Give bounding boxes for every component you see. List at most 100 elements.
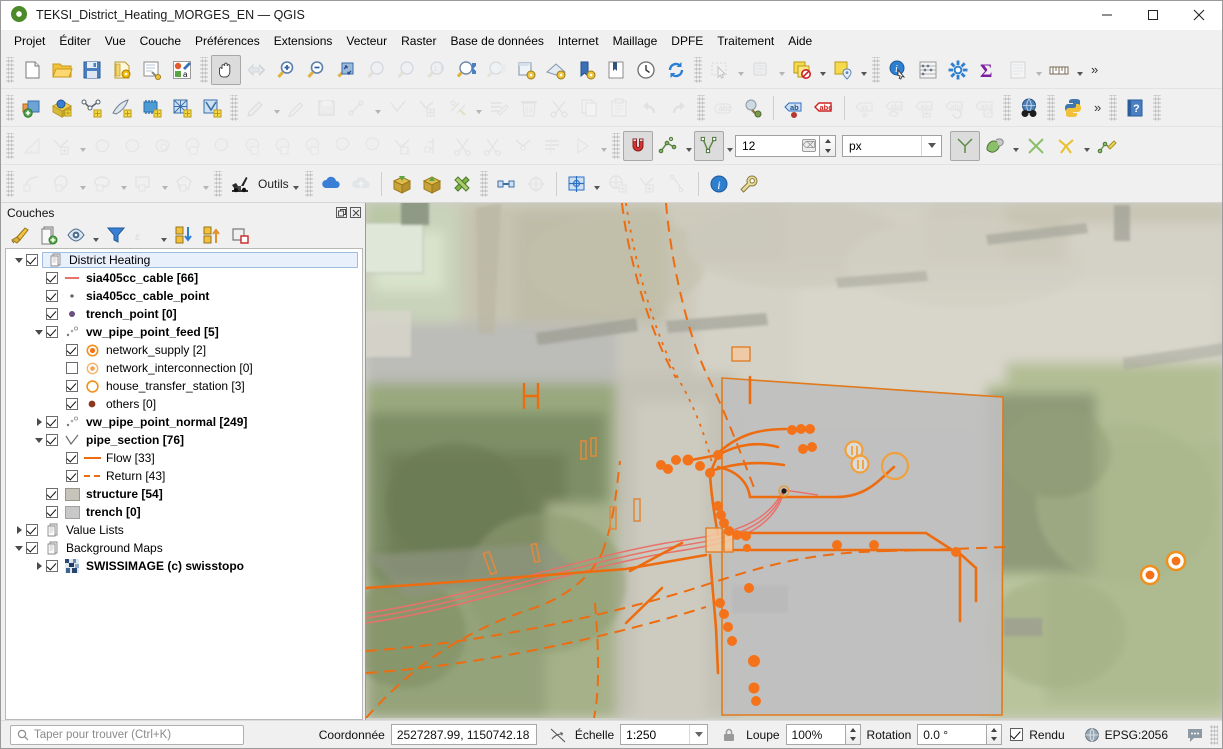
show-label-button[interactable]: abc [880,93,910,123]
layer-visibility-checkbox[interactable] [46,290,58,302]
layer-visibility-checkbox[interactable] [66,452,78,464]
draw-ellipse-dropdown[interactable] [118,169,129,199]
current-edits-dropdown[interactable] [271,93,282,123]
simplify-feature-button[interactable] [208,131,238,161]
layer-tree-row[interactable]: others [0] [6,395,362,413]
teksi-profile-button[interactable] [491,169,521,199]
expander-open-icon[interactable] [32,438,46,443]
toolbar-grip[interactable] [200,56,208,83]
map-canvas[interactable] [366,203,1222,720]
options-gear-button[interactable] [943,55,973,85]
add-ring-button[interactable] [413,93,443,123]
add-label-button[interactable]: abc [910,93,940,123]
layer-tree-row[interactable]: Return [43] [6,467,362,485]
messages-log-button[interactable] [1184,724,1206,746]
toolbar-overflow-button-2[interactable]: » [1088,100,1106,115]
layer-tree-row[interactable]: house_transfer_station [3] [6,377,362,395]
menu-editer[interactable]: Éditer [52,32,97,50]
teksi-package-export-button[interactable] [417,169,447,199]
snapping-toggle-button[interactable] [623,130,653,161]
zoom-full-button[interactable] [331,55,361,85]
draw-rectangle-dropdown[interactable] [159,169,170,199]
menu-base-de-donnees[interactable]: Base de données [443,32,550,50]
layer-tree-row[interactable]: network_interconnection [0] [6,359,362,377]
menu-vue[interactable]: Vue [98,32,133,50]
maximize-button[interactable] [1130,1,1176,30]
layer-tree-row[interactable]: vw_pipe_point_feed [5] [6,323,362,341]
digitize-dropdown[interactable] [77,131,88,161]
toolbar-grip[interactable] [1047,94,1055,121]
teksi-tools-button[interactable] [447,169,477,199]
scalebar-dropdown[interactable] [1074,55,1085,85]
expander-closed-icon[interactable] [32,562,46,570]
cloud-download-button[interactable] [316,169,346,199]
snapping-tolerance-spinner[interactable] [820,134,836,157]
menu-raster[interactable]: Raster [394,32,443,50]
add-postgis-layer-button[interactable] [47,93,77,123]
snapping-mode-dropdown[interactable] [683,131,694,161]
layer-visibility-checkbox[interactable] [26,254,38,266]
modify-attributes-button[interactable] [443,93,473,123]
snapping-type-button[interactable] [694,130,724,161]
expand-all-button[interactable] [171,223,197,247]
vertex-tool-button[interactable] [383,93,413,123]
enable-advanced-digitizing-button[interactable] [17,131,47,161]
layer-visibility-checkbox[interactable] [46,272,58,284]
layer-visibility-checkbox[interactable] [26,542,38,554]
draw-regular-polygon-button[interactable] [170,169,200,199]
expander-open-icon[interactable] [32,330,46,335]
map-themes-dropdown[interactable] [91,223,101,247]
scale-feature-button[interactable] [178,131,208,161]
show-hide-labels-button[interactable]: abc [809,93,839,123]
toolbar-grip[interactable] [694,56,702,83]
close-panel-button[interactable] [350,207,361,218]
split-parts-button[interactable] [478,131,508,161]
layer-tree-row[interactable]: trench_point [0] [6,305,362,323]
zoom-in-button[interactable] [271,55,301,85]
reshape-features-button[interactable] [388,131,418,161]
zoom-next-button[interactable] [481,55,511,85]
layer-tree-row[interactable]: District Heating [6,251,362,269]
zoom-native-resolution-button[interactable]: 1:1 [421,55,451,85]
new-spatialite-layer-button[interactable] [137,93,167,123]
delete-selected-button[interactable] [514,93,544,123]
avoid-overlap-button[interactable] [1021,131,1051,161]
toolbar-grip[interactable] [1109,94,1118,121]
render-checkbox[interactable] [1010,728,1024,741]
toolbar-grip[interactable] [6,170,14,197]
new-project-button[interactable] [17,55,47,85]
offset-curve-button[interactable] [418,131,448,161]
new-bookmark-button[interactable] [571,55,601,85]
open-attribute-table-button[interactable] [787,55,817,85]
new-print-layout-button[interactable] [107,55,137,85]
layer-tree-row[interactable]: sia405cc_cable [66] [6,269,362,287]
toolbar-grip[interactable] [872,56,880,83]
attribute-table-dropdown[interactable] [817,55,828,85]
draw-circle-dropdown[interactable] [77,169,88,199]
layer-visibility-checkbox[interactable] [46,434,58,446]
menu-internet[interactable]: Internet [551,32,606,50]
delete-part-button[interactable] [358,131,388,161]
scalebar-button[interactable] [1044,55,1074,85]
menu-extensions[interactable]: Extensions [267,32,340,50]
crs-value[interactable]: EPSG:2056 [1103,728,1174,742]
menu-aide[interactable]: Aide [781,32,819,50]
teksi-crosshair-button[interactable] [521,169,551,199]
paste-features-button[interactable] [604,93,634,123]
layer-visibility-checkbox[interactable] [46,506,58,518]
layer-tree-row[interactable]: sia405cc_cable_point [6,287,362,305]
layer-visibility-checkbox[interactable] [66,362,78,374]
layer-tree-row[interactable]: Flow [33] [6,449,362,467]
select-features-button[interactable] [705,55,735,85]
split-features-button[interactable] [448,131,478,161]
topological-editing-button[interactable] [950,130,980,161]
add-feature-dropdown[interactable] [372,93,383,123]
snapping-on-intersection-button[interactable] [980,131,1010,161]
layer-tree-row[interactable]: pipe_section [76] [6,431,362,449]
open-layer-styling-button[interactable] [7,223,33,247]
expander-closed-icon[interactable] [32,418,46,426]
map-canvas-container[interactable] [365,203,1222,720]
coordinate-input[interactable]: 2527287.99, 1150742.18 [390,724,537,745]
move-feature-button[interactable] [88,131,118,161]
copy-move-feature-button[interactable] [118,131,148,161]
